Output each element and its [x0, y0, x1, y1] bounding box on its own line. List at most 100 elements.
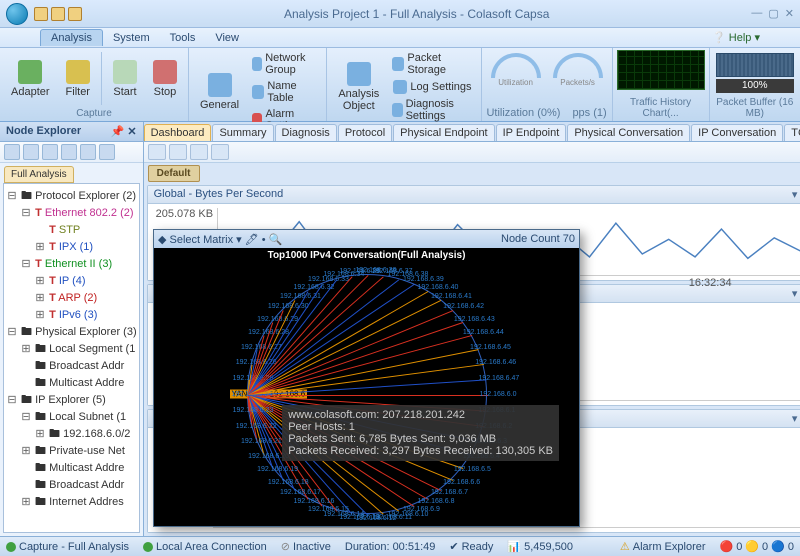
- help-button[interactable]: ❔ Help ▾: [712, 31, 760, 44]
- stop-icon: [153, 60, 177, 84]
- traffic-label: Traffic History Chart(...: [617, 96, 705, 119]
- stop-button[interactable]: Stop: [146, 50, 184, 107]
- tree-node[interactable]: ⊞ T IPv6 (3): [6, 307, 137, 324]
- alarm-explorer-button[interactable]: ⚠Alarm Explorer: [620, 540, 706, 553]
- tab-view[interactable]: View: [205, 30, 249, 46]
- tree-node[interactable]: ⊟ 🖿 Physical Explorer (3): [6, 324, 137, 341]
- network-group-icon: [252, 57, 262, 71]
- dash-tool-icon[interactable]: [190, 144, 208, 160]
- tree-node[interactable]: ⊞ T IP (4): [6, 273, 137, 290]
- packet-storage-icon: [392, 57, 404, 71]
- buffer-label: Packet Buffer (16 MB): [714, 96, 796, 119]
- view-tab[interactable]: Protocol: [338, 124, 392, 141]
- tree-node[interactable]: ⊟ T Ethernet 802.2 (2): [6, 205, 137, 222]
- default-tab[interactable]: Default: [148, 165, 200, 182]
- tree-node[interactable]: ⊞ 🖿 Local Segment (1: [6, 341, 137, 358]
- window-title: Analysis Project 1 - Full Analysis - Col…: [82, 7, 751, 21]
- tool-icon[interactable]: [61, 144, 77, 160]
- tree-node[interactable]: ⊟ T Ethernet II (3): [6, 256, 137, 273]
- network-group-button[interactable]: Network Group: [248, 50, 322, 78]
- general-icon: [208, 73, 232, 97]
- tree-node[interactable]: T STP: [6, 222, 137, 239]
- tab-tools[interactable]: Tools: [160, 30, 206, 46]
- packet-storage-button[interactable]: Packet Storage: [388, 50, 476, 78]
- dash-tool-icon[interactable]: [169, 144, 187, 160]
- panel-title: Global - Bytes Per Second: [154, 188, 284, 201]
- analysis-object-button[interactable]: Analysis Object: [331, 50, 386, 124]
- filter-button[interactable]: Filter: [59, 50, 97, 107]
- tool-icon[interactable]: [4, 144, 20, 160]
- name-table-icon: [252, 85, 264, 99]
- view-tab[interactable]: Diagnosis: [275, 124, 337, 141]
- node-explorer: Node Explorer📌 ✕ Full Analysis ⊟ 🖿 Proto…: [0, 122, 144, 536]
- buffer-pct: 100%: [716, 79, 794, 93]
- traffic-history-chart: [617, 50, 705, 90]
- view-tab[interactable]: Physical Conversation: [567, 124, 690, 141]
- window-buttons: — ▢ ✕: [751, 7, 794, 20]
- qa-icon[interactable]: [51, 7, 65, 21]
- view-tab[interactable]: Physical Endpoint: [393, 124, 494, 141]
- tree-node[interactable]: ⊞ 🖿 Private-use Net: [6, 443, 137, 460]
- tool-icon[interactable]: [42, 144, 58, 160]
- app-orb[interactable]: [6, 3, 28, 25]
- tree-node[interactable]: ⊞ T ARP (2): [6, 290, 137, 307]
- name-table-button[interactable]: Name Table: [248, 78, 322, 106]
- tree-node[interactable]: ⊞ 🖿 192.168.6.0/2: [6, 426, 137, 443]
- dropdown-icon[interactable]: ▾: [792, 188, 798, 201]
- close-icon[interactable]: ✕: [785, 7, 794, 20]
- tree-node[interactable]: ⊟ 🖿 Local Subnet (1: [6, 409, 137, 426]
- dashboard-toolbar: [144, 142, 800, 163]
- tree-node[interactable]: 🖿 Broadcast Addr: [6, 358, 137, 375]
- status-packets: 📊 5,459,500: [507, 540, 573, 553]
- status-inactive: ⊘Inactive: [281, 540, 331, 553]
- status-connection: Local Area Connection: [143, 541, 267, 553]
- start-button[interactable]: Start: [106, 50, 144, 107]
- tab-analysis[interactable]: Analysis: [40, 29, 103, 46]
- dash-tool-icon[interactable]: [148, 144, 166, 160]
- tool-icon[interactable]: [23, 144, 39, 160]
- maximize-icon[interactable]: ▢: [768, 7, 778, 20]
- adapter-button[interactable]: Adapter: [4, 50, 57, 107]
- tree[interactable]: ⊟ 🖿 Protocol Explorer (2)⊟ T Ethernet 80…: [3, 183, 140, 533]
- tree-node[interactable]: ⊞ 🖿 Internet Addres: [6, 494, 137, 511]
- matrix-title: Top1000 IPv4 Conversation(Full Analysis): [154, 248, 579, 263]
- diagnosis-icon: [392, 103, 402, 117]
- status-capture: Capture - Full Analysis: [6, 541, 129, 553]
- matrix-body: YANG-PC 192.168.6 192.168.6.0192.168.6.1…: [154, 262, 579, 526]
- matrix-window[interactable]: ◆ Select Matrix ▾ 🖊 • 🔍 Node Count 70 To…: [153, 229, 580, 527]
- tree-node[interactable]: 🖿 Broadcast Addr: [6, 477, 137, 494]
- tree-node[interactable]: ⊟ 🖿 Protocol Explorer (2): [6, 188, 137, 205]
- analysis-object-icon: [347, 62, 371, 86]
- view-tab[interactable]: TCF: [784, 124, 800, 141]
- view-tab[interactable]: Dashboard: [144, 124, 212, 141]
- pin-icon[interactable]: 📌 ✕: [111, 125, 137, 138]
- dash-tool-icon[interactable]: [211, 144, 229, 160]
- dropdown-icon[interactable]: ▾: [792, 412, 798, 425]
- view-tab[interactable]: IP Endpoint: [496, 124, 567, 141]
- tree-node[interactable]: ⊟ 🖿 IP Explorer (5): [6, 392, 137, 409]
- status-ready: ✔ Ready: [449, 540, 493, 553]
- play-icon: [113, 60, 137, 84]
- log-settings-button[interactable]: Log Settings: [388, 78, 476, 96]
- titlebar: Analysis Project 1 - Full Analysis - Col…: [0, 0, 800, 28]
- tool-icon[interactable]: [99, 144, 115, 160]
- qa-icon[interactable]: [68, 7, 82, 21]
- tab-system[interactable]: System: [103, 30, 160, 46]
- diagnosis-settings-button[interactable]: Diagnosis Settings: [388, 96, 476, 124]
- view-tab[interactable]: IP Conversation: [691, 124, 783, 141]
- tree-node[interactable]: ⊞ T IPX (1): [6, 239, 137, 256]
- qa-icon[interactable]: [34, 7, 48, 21]
- tree-node[interactable]: 🖿 Multicast Addre: [6, 375, 137, 392]
- view-tab[interactable]: Summary: [212, 124, 273, 141]
- ribbon: Adapter Filter Start Stop Capture Genera…: [0, 48, 800, 122]
- chord-circle: YANG-PC 192.168.6 192.168.6.0192.168.6.1…: [247, 274, 487, 514]
- minimize-icon[interactable]: —: [751, 7, 762, 20]
- y-label: 205.078 KB: [156, 208, 214, 220]
- node-explorer-header: Node Explorer📌 ✕: [0, 122, 143, 142]
- full-analysis-tab[interactable]: Full Analysis: [4, 166, 74, 183]
- view-tabs: DashboardSummaryDiagnosisProtocolPhysica…: [144, 122, 800, 142]
- matrix-header[interactable]: ◆ Select Matrix ▾ 🖊 • 🔍 Node Count 70: [154, 230, 579, 248]
- tool-icon[interactable]: [80, 144, 96, 160]
- tree-node[interactable]: 🖿 Multicast Addre: [6, 460, 137, 477]
- pps-label: pps (1): [572, 107, 606, 119]
